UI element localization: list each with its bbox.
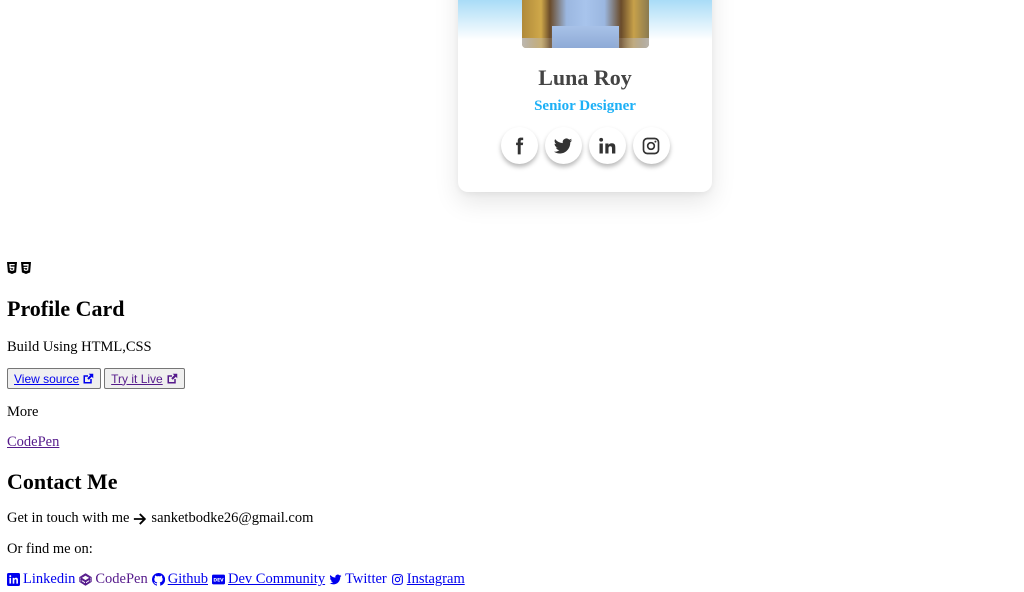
project-buttons: View source Try it Live	[7, 368, 185, 389]
instagram-link[interactable]: Instagram	[391, 571, 465, 588]
external-link-icon	[167, 373, 177, 383]
linkedin-icon	[7, 573, 20, 586]
link-label: Linkedin	[23, 571, 76, 587]
profile-card: Luna Roy Senior Designer	[458, 0, 712, 192]
more-label: More	[7, 404, 39, 420]
photo-detail	[522, 38, 649, 48]
contact-title: Contact Me	[7, 469, 118, 494]
twitter-link[interactable]: Twitter	[329, 571, 387, 588]
css3-icon	[21, 262, 31, 274]
twitter-icon	[553, 137, 573, 153]
link-label: Instagram	[406, 571, 465, 587]
linkedin-icon	[599, 137, 616, 153]
try-live-link[interactable]: Try it Live	[111, 372, 163, 386]
profile-card-wrapper: Luna Roy Senior Designer	[458, 0, 712, 192]
contact-links: Linkedin CodePen Github DEV Dev Communit…	[7, 571, 469, 588]
twitter-button[interactable]	[544, 127, 582, 164]
link-label: Twitter	[345, 571, 387, 587]
find-me-text: Or find me on:	[7, 541, 93, 557]
linkedin-button[interactable]	[588, 127, 626, 164]
link-label: Dev Community	[228, 571, 326, 587]
instagram-button[interactable]	[632, 127, 670, 164]
facebook-button[interactable]	[500, 127, 538, 164]
contact-email-line: Get in touch with me sanketbodke26@gmail…	[7, 510, 313, 527]
contact-touch-text: Get in touch with me	[7, 510, 130, 526]
try-live-button[interactable]: Try it Live	[104, 368, 185, 389]
profile-role: Senior Designer	[534, 98, 636, 114]
instagram-icon	[391, 574, 403, 585]
tech-icons	[7, 262, 1007, 274]
arrow-right-icon	[134, 512, 147, 525]
view-source-button[interactable]: View source	[7, 368, 102, 389]
link-label: CodePen	[95, 571, 148, 587]
project-title: Profile Card	[7, 296, 125, 321]
external-link-icon	[83, 373, 94, 383]
linkedin-link[interactable]: Linkedin	[7, 571, 75, 588]
svg-text:DEV: DEV	[213, 578, 224, 584]
social-buttons	[458, 127, 712, 164]
dev-community-link[interactable]: DEV Dev Community	[212, 571, 325, 588]
twitter-icon	[329, 574, 342, 585]
facebook-icon	[516, 137, 524, 154]
project-info: Profile Card Build Using HTML,CSS View s…	[7, 262, 1007, 587]
profile-name: Luna Roy	[538, 65, 632, 90]
project-subtitle: Build Using HTML,CSS	[7, 339, 152, 355]
codepen-profile-link[interactable]: CodePen	[79, 571, 148, 588]
dev-icon: DEV	[212, 574, 225, 585]
codepen-link[interactable]: CodePen	[7, 434, 59, 451]
contact-email: sanketbodke26@gmail.com	[151, 510, 314, 526]
html5-icon	[7, 262, 17, 274]
instagram-icon	[642, 137, 660, 154]
link-label: Github	[167, 571, 208, 587]
github-link[interactable]: Github	[151, 571, 208, 588]
github-icon	[151, 573, 165, 586]
profile-photo	[522, 0, 649, 48]
view-source-link[interactable]: View source	[14, 372, 79, 386]
codepen-icon	[79, 573, 93, 586]
